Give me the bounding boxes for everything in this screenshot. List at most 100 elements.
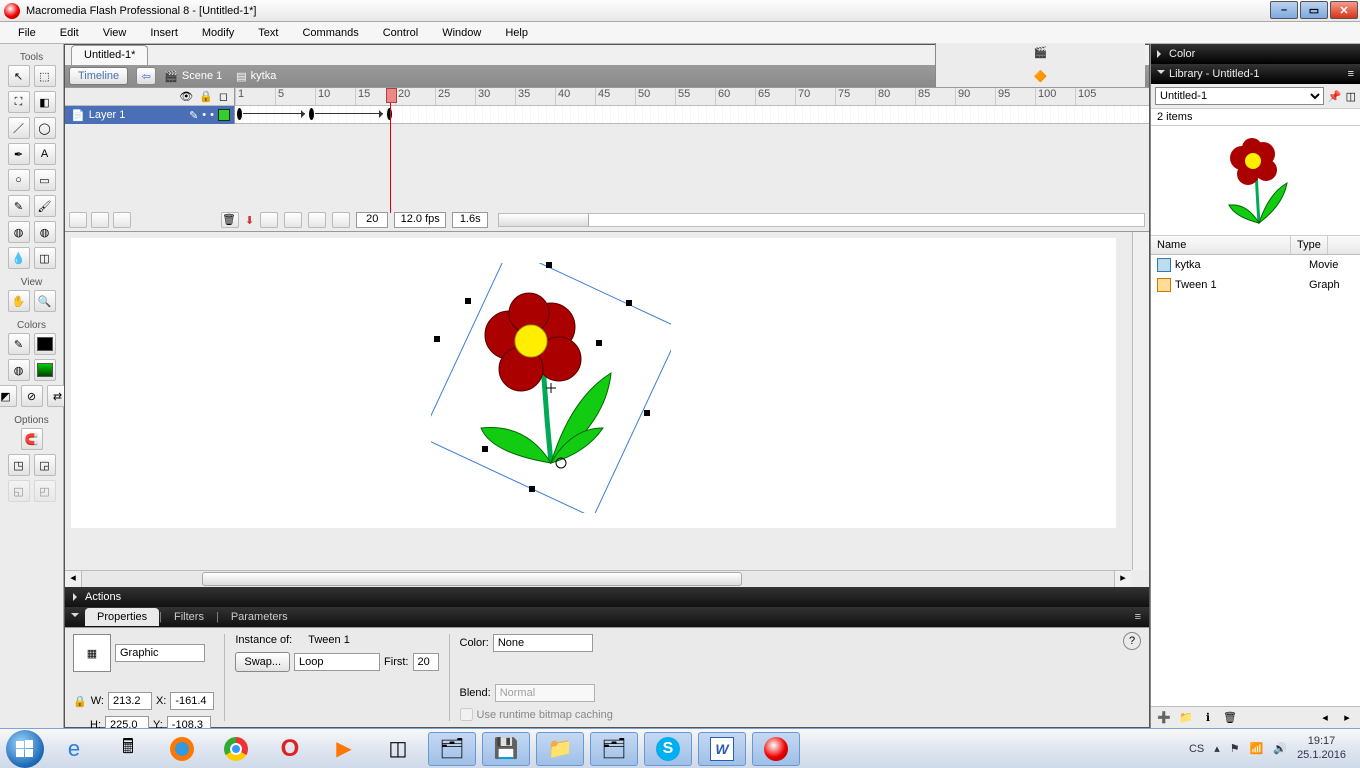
eyedropper-tool-icon[interactable]: 💧	[8, 247, 30, 269]
menu-edit[interactable]: Edit	[48, 24, 91, 42]
option3-icon[interactable]: ◱	[8, 480, 30, 502]
tray-flag-icon[interactable]: ⚑	[1230, 742, 1240, 755]
menu-view[interactable]: View	[91, 24, 139, 42]
menu-commands[interactable]: Commands	[290, 24, 370, 42]
swap-button[interactable]: Swap...	[235, 652, 290, 672]
tween-span[interactable]	[243, 113, 305, 114]
col-name[interactable]: Name	[1151, 236, 1291, 254]
oval-tool-icon[interactable]: ○	[8, 169, 30, 191]
tray-expand-icon[interactable]: ▴	[1214, 742, 1220, 755]
x-field[interactable]	[170, 692, 214, 710]
library-panel-header[interactable]: Library - Untitled-1 ≡	[1151, 64, 1360, 84]
taskbar-calc-icon[interactable]: 🖩	[104, 732, 152, 766]
add-layer-icon[interactable]	[69, 212, 87, 228]
menu-control[interactable]: Control	[371, 24, 430, 42]
back-button[interactable]: ⇦	[136, 67, 156, 85]
subselect-tool-icon[interactable]: ⬚	[34, 65, 56, 87]
collapse-icon[interactable]	[71, 613, 79, 621]
option4-icon[interactable]: ◰	[34, 480, 56, 502]
tab-filters[interactable]: Filters	[162, 608, 216, 626]
menu-window[interactable]: Window	[430, 24, 493, 42]
library-item[interactable]: Tween 1 Graph	[1151, 275, 1360, 295]
taskbar-skype-icon[interactable]: S	[644, 732, 692, 766]
menu-file[interactable]: File	[6, 24, 48, 42]
library-doc-select[interactable]: Untitled-1	[1155, 87, 1324, 105]
scroll-left-icon[interactable]: ◂	[1316, 710, 1334, 726]
taskbar-ie-icon[interactable]: e	[50, 732, 98, 766]
pen-tool-icon[interactable]: ✒	[8, 143, 30, 165]
panel-menu-icon[interactable]: ≡	[1348, 68, 1354, 80]
close-button[interactable]: ✕	[1330, 1, 1358, 19]
edit-multi-icon[interactable]	[308, 212, 326, 228]
crumb-scene[interactable]: Scene 1	[182, 70, 222, 82]
new-symbol-icon[interactable]: ➕	[1155, 710, 1173, 726]
option1-icon[interactable]: ◳	[8, 454, 30, 476]
edit-symbol-icon[interactable]: 🔶	[1031, 67, 1051, 85]
crumb-symbol[interactable]: kytka	[251, 70, 277, 82]
taskbar-chrome-icon[interactable]	[212, 732, 260, 766]
new-library-icon[interactable]: ◫	[1346, 90, 1356, 103]
menu-modify[interactable]: Modify	[190, 24, 246, 42]
onion-markers-icon[interactable]	[332, 212, 350, 228]
text-tool-icon[interactable]: A	[34, 143, 56, 165]
lock-wh-icon[interactable]: 🔒	[73, 695, 87, 708]
transform-handle[interactable]	[529, 486, 535, 492]
timeline-toggle-button[interactable]: Timeline	[69, 67, 128, 85]
taskbar-mediaplayer-icon[interactable]: ▶	[320, 732, 368, 766]
zoom-tool-icon[interactable]: 🔍	[34, 290, 56, 312]
eraser-tool-icon[interactable]: ◫	[34, 247, 56, 269]
line-tool-icon[interactable]: ／	[8, 117, 30, 139]
taskbar-app2-icon[interactable]: 🗂	[428, 732, 476, 766]
add-guide-layer-icon[interactable]	[91, 212, 109, 228]
tray-volume-icon[interactable]: 🔊	[1273, 742, 1287, 755]
properties-icon[interactable]: ℹ	[1199, 710, 1217, 726]
playhead[interactable]	[390, 88, 391, 213]
actions-panel-header[interactable]: Actions	[65, 587, 1149, 607]
document-tab[interactable]: Untitled-1*	[71, 45, 148, 65]
color-panel-header[interactable]: Color	[1151, 44, 1360, 64]
transform-handle[interactable]	[596, 340, 602, 346]
transform-handle[interactable]	[546, 262, 552, 268]
transform-handle[interactable]	[465, 298, 471, 304]
lock-icon[interactable]: 🔒	[199, 90, 213, 103]
brush-tool-icon[interactable]: 🖌	[34, 195, 56, 217]
taskbar-flash-icon[interactable]	[752, 732, 800, 766]
no-color-icon[interactable]: ⊘	[21, 385, 43, 407]
rectangle-tool-icon[interactable]: ▭	[34, 169, 56, 191]
layer-color-swatch[interactable]	[218, 109, 230, 121]
option2-icon[interactable]: ◲	[34, 454, 56, 476]
ink-bottle-tool-icon[interactable]: ◍	[8, 221, 30, 243]
color-effect-select[interactable]: None	[493, 634, 593, 652]
tween-span[interactable]	[315, 113, 383, 114]
transform-handle[interactable]	[644, 410, 650, 416]
taskbar-app1-icon[interactable]: ◫	[374, 732, 422, 766]
delete-layer-icon[interactable]: 🗑	[221, 212, 239, 228]
taskbar-opera-icon[interactable]: O	[266, 732, 314, 766]
hand-tool-icon[interactable]: ✋	[8, 290, 30, 312]
default-colors-icon[interactable]: ◩	[0, 385, 17, 407]
gradient-tool-icon[interactable]: ◧	[34, 91, 56, 113]
menu-text[interactable]: Text	[246, 24, 290, 42]
scroll-right-icon[interactable]: ▸	[1338, 710, 1356, 726]
snap-icon[interactable]: 🧲	[21, 428, 43, 450]
onion-outline-icon[interactable]	[284, 212, 302, 228]
taskbar-explorer-icon[interactable]: 🗂	[590, 732, 638, 766]
menu-help[interactable]: Help	[493, 24, 540, 42]
timeline-ruler[interactable]: 1510152025303540455055606570758085909510…	[235, 88, 1149, 106]
horizontal-scrollbar[interactable]: ◂ ▸	[65, 570, 1131, 587]
loop-select[interactable]: Loop	[294, 653, 380, 671]
taskbar-firefox-icon[interactable]	[158, 732, 206, 766]
delete-icon[interactable]: 🗑	[1221, 710, 1239, 726]
taskbar-word-icon[interactable]: W	[698, 732, 746, 766]
help-icon[interactable]: ?	[1123, 632, 1141, 650]
library-item[interactable]: kytka Movie	[1151, 255, 1360, 275]
keyframe-icon[interactable]	[237, 108, 242, 120]
outline-icon[interactable]: ◻	[219, 90, 228, 103]
start-button[interactable]	[6, 730, 44, 768]
selection-tool-icon[interactable]: ↖	[8, 65, 30, 87]
tab-parameters[interactable]: Parameters	[219, 608, 300, 626]
lasso-tool-icon[interactable]: ◯	[34, 117, 56, 139]
minimize-button[interactable]: –	[1270, 1, 1298, 19]
first-frame-field[interactable]	[413, 653, 439, 671]
timeline-frames[interactable]	[235, 106, 1149, 124]
